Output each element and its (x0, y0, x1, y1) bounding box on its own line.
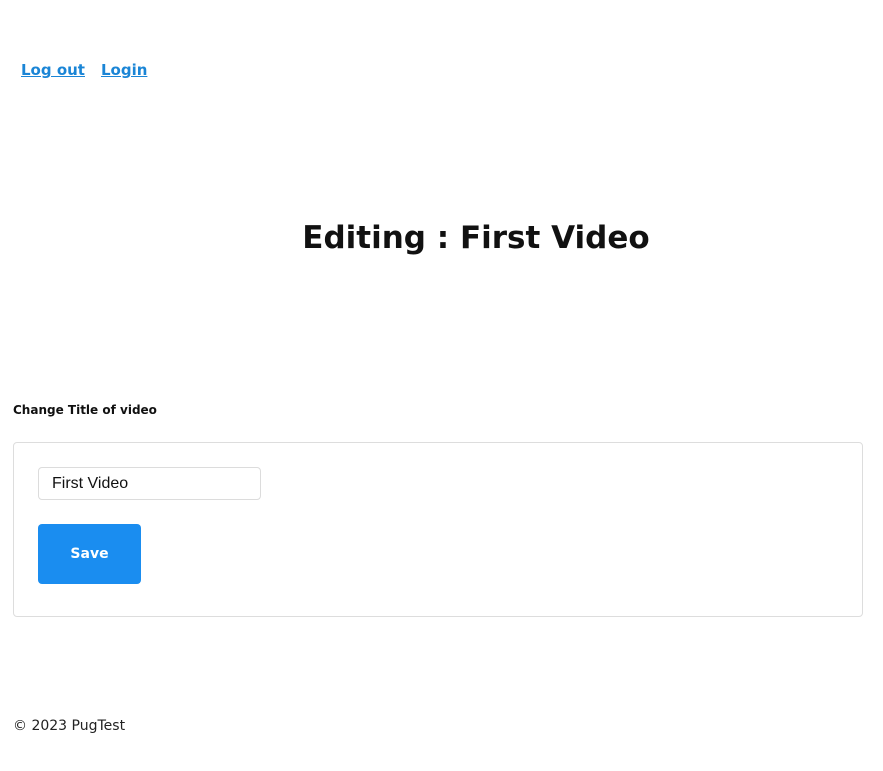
footer-copyright: © 2023 PugTest (13, 718, 126, 734)
page-title: Editing : First Video (302, 220, 650, 256)
page: Log out Login Editing : First Video Chan… (0, 0, 883, 771)
change-title-label: Change Title of video (13, 403, 157, 417)
edit-title-form: Save (13, 442, 863, 617)
top-nav: Log out Login (21, 60, 147, 80)
logout-link[interactable]: Log out (21, 60, 85, 80)
video-title-input[interactable] (38, 467, 261, 500)
login-link[interactable]: Login (101, 60, 147, 80)
save-button[interactable]: Save (38, 524, 141, 584)
